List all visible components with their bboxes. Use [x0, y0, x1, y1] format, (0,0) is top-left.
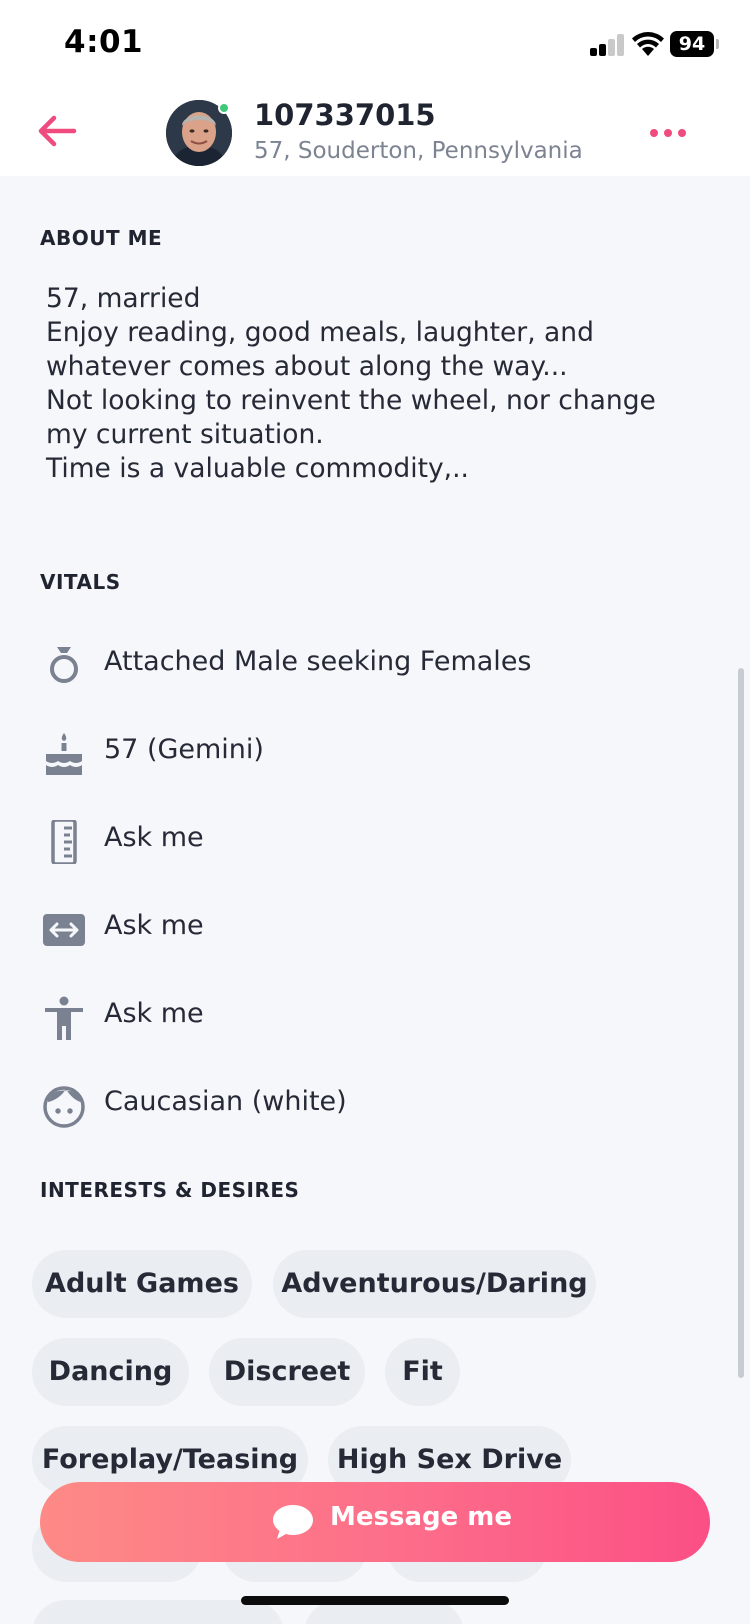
battery-tip	[716, 39, 719, 49]
vital-label: Ask me	[104, 910, 204, 941]
about-line: 57, married	[46, 283, 201, 314]
ring-icon	[50, 647, 78, 683]
about-line: Not looking to reinvent the wheel, nor c…	[46, 385, 656, 416]
face-icon	[43, 1086, 85, 1128]
body-icon	[45, 996, 83, 1040]
wifi-icon	[632, 32, 664, 56]
vital-item-build: Ask me	[40, 898, 690, 958]
vitals-title: VITALS	[40, 570, 121, 594]
about-me-text: 57, married Enjoy reading, good meals, l…	[46, 282, 696, 486]
vital-item-ethnicity: Caucasian (white)	[40, 1074, 690, 1134]
about-line: Time is a valuable commodity,..	[46, 453, 469, 484]
status-bar: 4:01 94	[0, 0, 750, 88]
cake-icon	[46, 733, 82, 775]
vital-item-height: Ask me	[40, 810, 690, 870]
interest-chip[interactable]: Adventurous/Daring	[273, 1250, 596, 1318]
signal-icon	[590, 34, 626, 56]
status-time: 4:01	[64, 24, 144, 60]
home-indicator[interactable]	[241, 1596, 509, 1605]
vital-label: 57 (Gemini)	[104, 734, 264, 765]
about-line: my current situation.	[46, 419, 324, 450]
interest-chip[interactable]: Fit	[385, 1338, 460, 1406]
chat-bubble-icon	[273, 1505, 313, 1539]
interest-chip[interactable]: Dancing	[32, 1338, 189, 1406]
vital-item-body: Ask me	[40, 986, 690, 1046]
vital-item-relationship: Attached Male seeking Females	[40, 634, 690, 694]
interest-chip[interactable]: Adult Games	[32, 1250, 252, 1318]
interests-title: INTERESTS & DESIRES	[40, 1178, 300, 1202]
interest-chip[interactable]: Discreet	[209, 1338, 365, 1406]
online-status-dot	[218, 102, 230, 114]
profile-username: 107337015	[254, 98, 436, 132]
message-me-button[interactable]: Message me	[40, 1482, 710, 1562]
vital-item-age: 57 (Gemini)	[40, 722, 690, 782]
more-options-icon[interactable]	[650, 112, 690, 152]
profile-header: 107337015 57, Souderton, Pennsylvania	[0, 88, 750, 176]
about-me-title: ABOUT ME	[40, 226, 163, 250]
ruler-icon	[51, 820, 77, 864]
scrollbar[interactable]	[738, 668, 744, 1378]
back-arrow-icon[interactable]	[34, 108, 80, 154]
vital-label: Attached Male seeking Females	[104, 646, 532, 677]
about-line: Enjoy reading, good meals, laughter, and	[46, 317, 594, 348]
vital-label: Ask me	[104, 998, 204, 1029]
message-me-label: Message me	[330, 1502, 513, 1532]
vital-label: Ask me	[104, 822, 204, 853]
profile-location: 57, Souderton, Pennsylvania	[254, 138, 583, 164]
width-icon	[43, 914, 85, 946]
about-line: whatever comes about along the way...	[46, 351, 568, 382]
vital-label: Caucasian (white)	[104, 1086, 347, 1117]
battery-indicator: 94	[670, 31, 714, 57]
